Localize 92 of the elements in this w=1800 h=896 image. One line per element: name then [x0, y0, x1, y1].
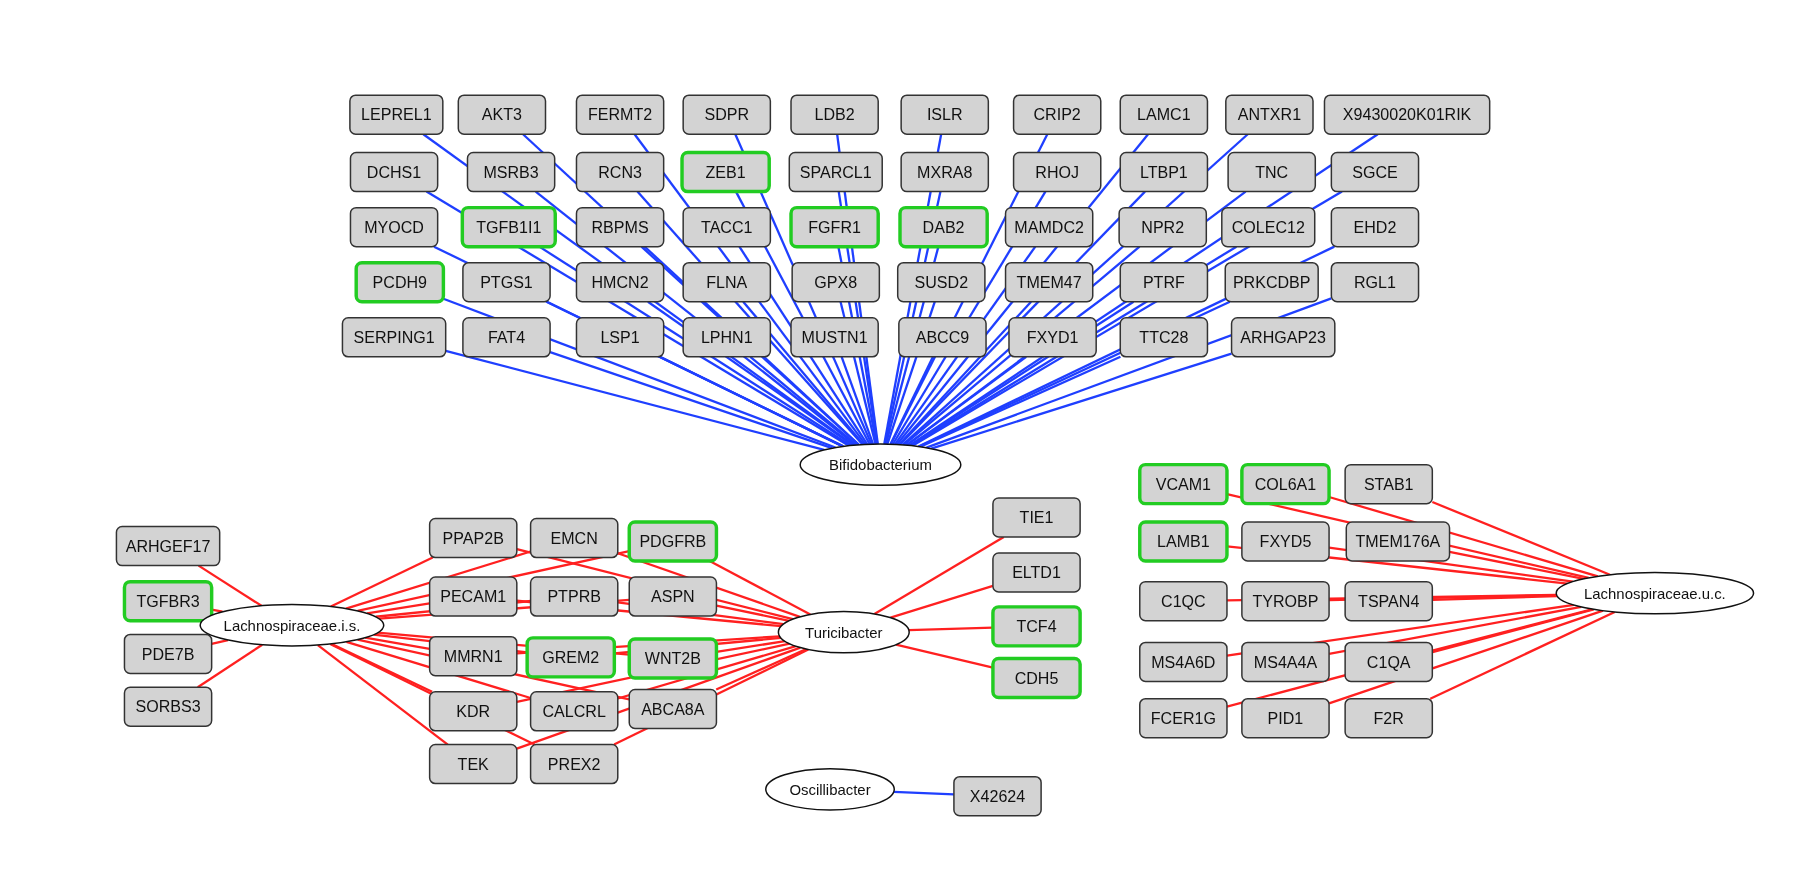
gene-node: TNC [1227, 151, 1317, 193]
gene-node: MSRB3 [466, 151, 556, 193]
gene-node: MYOCD [349, 206, 439, 248]
gene-node: ASPN [628, 576, 718, 617]
gene-node: PTRF [1119, 261, 1209, 303]
gene-node: CDH5 [991, 656, 1082, 700]
gene-node: PID1 [1241, 697, 1330, 739]
gene-node: TCF4 [991, 605, 1082, 648]
gene-node: F2R [1344, 697, 1434, 739]
gene-node: HMCN2 [575, 261, 665, 303]
gene-node: SDPR [682, 94, 772, 135]
gene-node: MS4A6D [1139, 641, 1228, 683]
gene-node: ZEB1 [680, 150, 771, 194]
gene-node: NPR2 [1118, 206, 1208, 248]
gene-node: PCDH9 [354, 261, 446, 304]
gene-node: WNT2B [627, 637, 719, 680]
gene-node: FLNA [682, 261, 772, 303]
gene-node: LDB2 [790, 94, 879, 135]
gene-node: GREM2 [525, 636, 617, 679]
gene-node: PTGS1 [462, 261, 551, 303]
gene-node: RCN3 [575, 151, 665, 193]
gene-node: COL6A1 [1240, 462, 1331, 506]
gene-node: EHD2 [1330, 206, 1420, 248]
gene-node: PDGFRB [627, 520, 719, 563]
gene-node: TEK [428, 743, 518, 785]
gene-node: TYROBP [1241, 580, 1330, 622]
gene-node: LTBP1 [1119, 151, 1209, 193]
gene-node: FXYD1 [1008, 317, 1097, 358]
gene-node: TMEM176A [1345, 521, 1451, 562]
gene-node: TGFBR3 [122, 579, 214, 623]
gene-node: X9430020K01RIK [1323, 94, 1491, 135]
gene-node: DCHS1 [349, 151, 439, 193]
gene-node: LAMB1 [1138, 520, 1229, 563]
gene-node: MUSTN1 [790, 317, 879, 358]
gene-node: KDR [428, 691, 518, 732]
gene-node: MAMDC2 [1004, 206, 1094, 248]
gene-node: COLEC12 [1221, 206, 1316, 248]
gene-node: TACC1 [682, 206, 772, 248]
gene-node: X42624 [953, 775, 1042, 817]
gene-node: GPX8 [791, 261, 881, 303]
gene-node: STAB1 [1344, 463, 1434, 505]
gene-node: C1QA [1344, 641, 1434, 683]
gene-node: LAMC1 [1119, 94, 1209, 135]
gene-node: PECAM1 [428, 576, 518, 617]
gene-node: FGFR1 [789, 205, 880, 249]
gene-node: LSP1 [575, 317, 665, 358]
taxon-node: Turicibacter [777, 610, 910, 654]
gene-node: TGFB1I1 [460, 205, 557, 249]
gene-node: FXYD5 [1241, 521, 1330, 562]
gene-node: MS4A4A [1241, 641, 1330, 683]
taxon-node: Oscillibacter [765, 767, 895, 811]
gene-node: LPHN1 [682, 317, 772, 358]
gene-node: ELTD1 [992, 552, 1081, 593]
gene-node: EMCN [529, 517, 619, 559]
gene-node: TTC28 [1119, 317, 1209, 358]
gene-node: FAT4 [462, 317, 551, 358]
gene-node: PPAP2B [428, 517, 518, 559]
gene-node: SERPING1 [341, 317, 447, 358]
gene-node: RBPMS [575, 206, 665, 248]
gene-node: ANTXR1 [1225, 94, 1314, 135]
gene-node: VCAM1 [1138, 462, 1229, 506]
gene-node: ABCA8A [628, 688, 718, 730]
gene-node: LEPREL1 [349, 94, 444, 135]
gene-node: SUSD2 [896, 261, 986, 303]
gene-node: CALCRL [529, 691, 619, 732]
gene-node: C1QC [1139, 580, 1228, 622]
gene-node: FCER1G [1139, 697, 1228, 739]
gene-node: SORBS3 [123, 686, 213, 727]
gene-node: PRKCDBP [1224, 261, 1319, 303]
taxon-node: Lachnospiraceae.i.s. [199, 603, 385, 647]
gene-node: MMRN1 [428, 635, 518, 677]
gene-node: RHOJ [1012, 151, 1102, 193]
gene-node: SGCE [1330, 151, 1420, 193]
gene-node: TSPAN4 [1344, 580, 1434, 622]
gene-node: DAB2 [898, 205, 989, 249]
gene-node: TIE1 [992, 497, 1081, 538]
taxon-node: Bifidobacterium [799, 443, 962, 487]
taxon-node: Lachnospiraceae.u.c. [1555, 571, 1755, 615]
gene-node: PREX2 [529, 743, 619, 785]
gene-node: FERMT2 [575, 94, 665, 135]
gene-node: RGL1 [1330, 261, 1420, 303]
gene-node: ARHGAP23 [1230, 317, 1336, 358]
gene-node: SPARCL1 [788, 151, 883, 193]
gene-node: AKT3 [457, 94, 547, 135]
gene-node: CRIP2 [1012, 94, 1102, 135]
gene-node: ABCC9 [898, 317, 987, 358]
gene-node: PDE7B [123, 633, 213, 675]
gene-node: TMEM47 [1004, 261, 1094, 303]
gene-node: ARHGEF17 [115, 525, 221, 567]
gene-node: PTPRB [529, 576, 619, 617]
gene-node: MXRA8 [900, 151, 990, 193]
gene-node: ISLR [900, 94, 990, 135]
